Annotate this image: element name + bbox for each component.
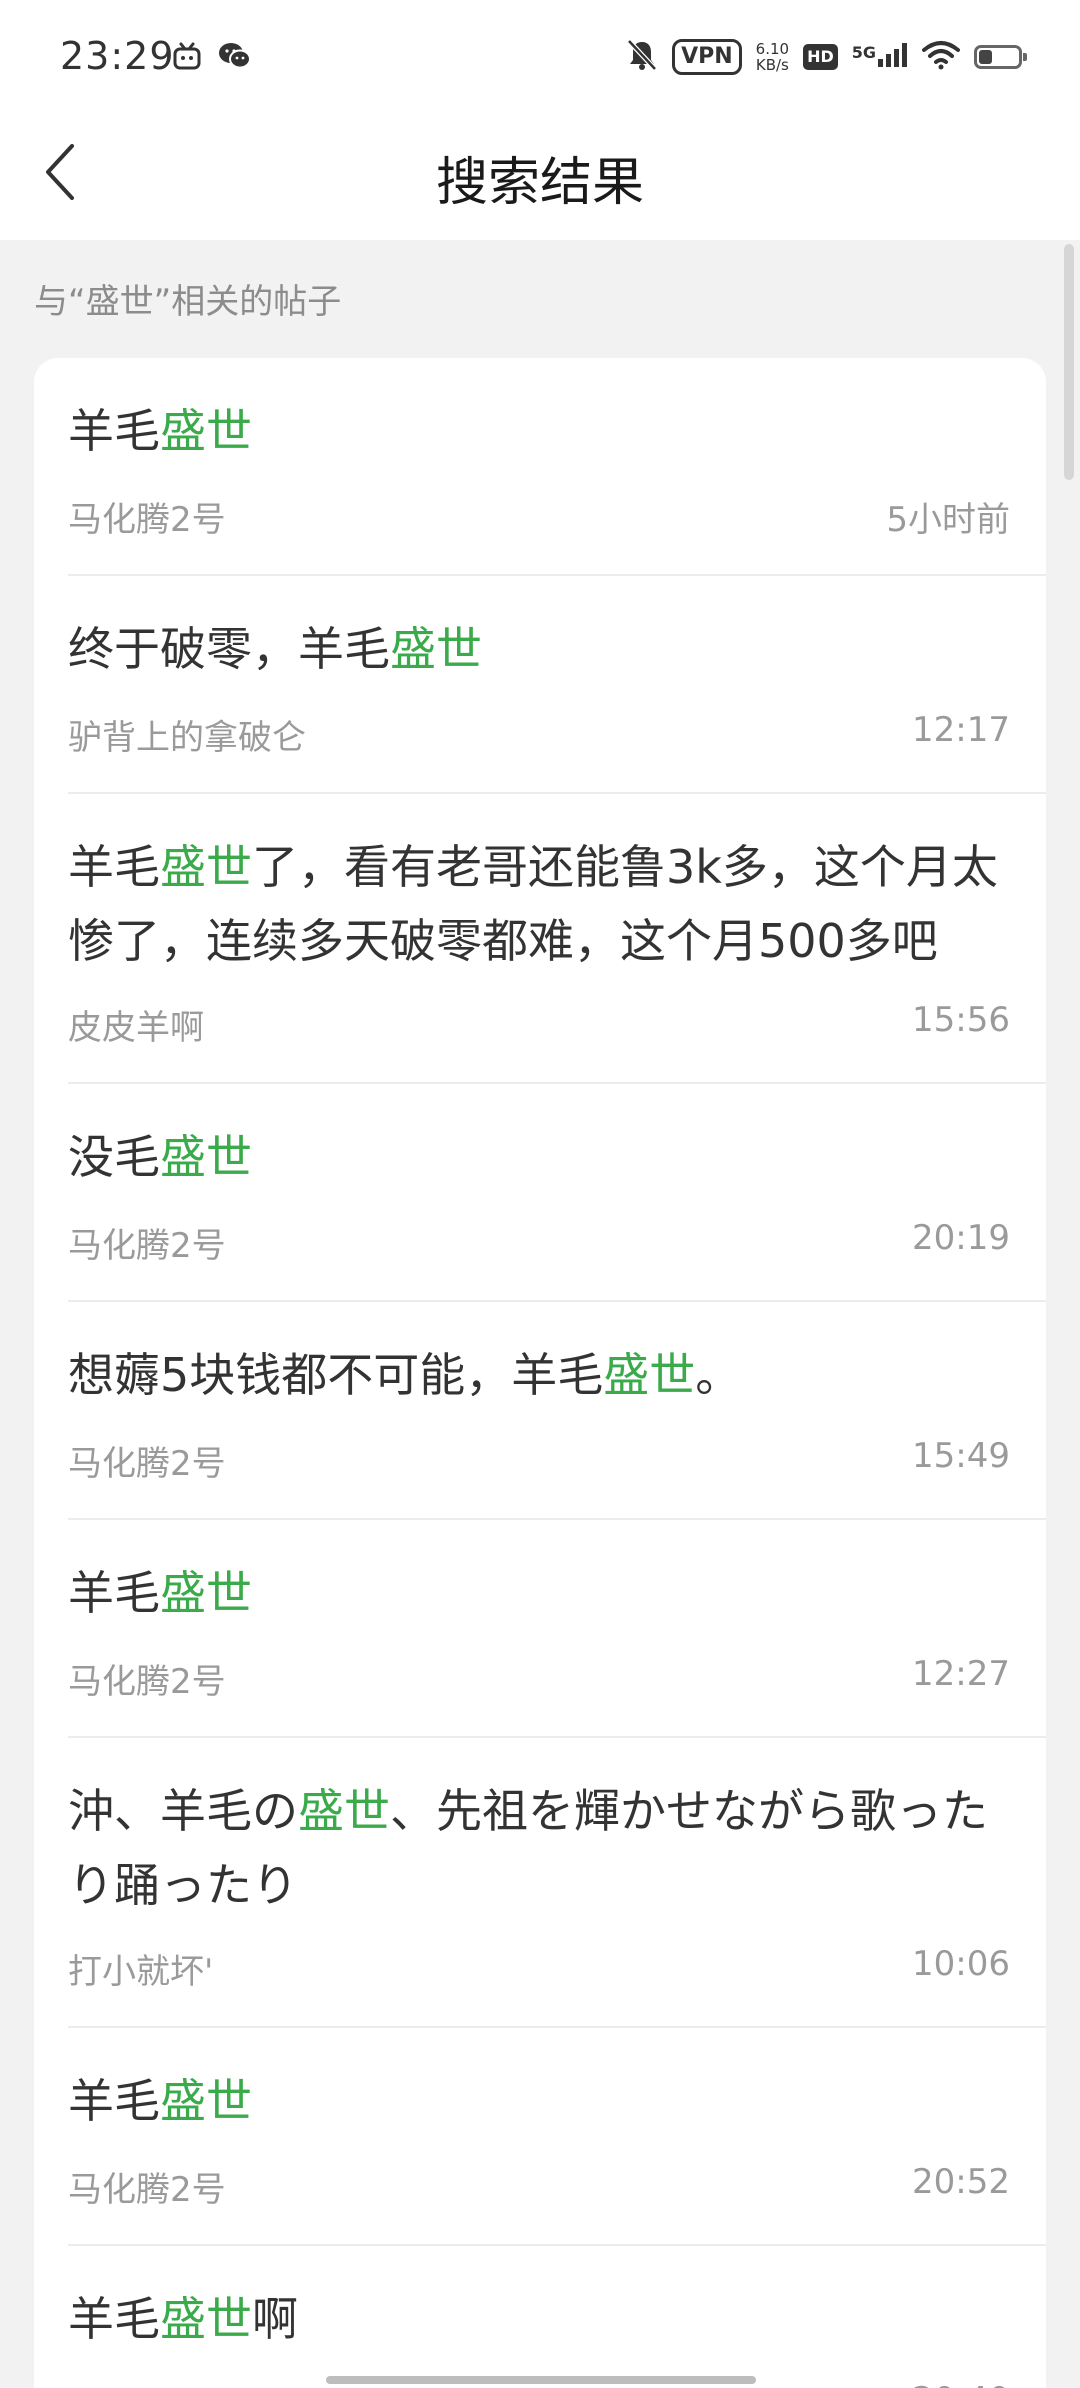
post-title-highlight: 盛世 xyxy=(160,1566,252,1620)
post-title-highlight: 盛世 xyxy=(298,1784,390,1838)
post-time: 10:06 xyxy=(912,1944,1010,1984)
network-speed-value: 6.10 xyxy=(755,40,790,58)
post-item[interactable]: 羊毛盛世啊 马化腾2号 20:40 xyxy=(68,2246,1046,2388)
post-item[interactable]: 想薅5块钱都不可能，羊毛盛世。 马化腾2号 15:49 xyxy=(68,1302,1046,1520)
post-title-prefix: 没毛 xyxy=(68,1130,160,1184)
post-title-highlight: 盛世 xyxy=(160,2074,252,2128)
post-author[interactable]: 打小就坏' xyxy=(68,1944,213,1993)
post-time: 20:40 xyxy=(912,2380,1010,2388)
post-author[interactable]: 马化腾2号 xyxy=(68,2162,226,2211)
post-title-highlight: 盛世 xyxy=(160,2292,252,2346)
post-author[interactable]: 驴背上的拿破仑 xyxy=(68,710,306,759)
page-title: 搜索结果 xyxy=(435,153,644,213)
post-time: 20:19 xyxy=(912,1218,1010,1258)
post-title-prefix: 羊毛 xyxy=(68,840,160,894)
post-title-prefix: 沖、羊毛の xyxy=(68,1784,298,1838)
post-title-prefix: 终于破零，羊毛 xyxy=(68,622,390,676)
post-title: 没毛盛世 xyxy=(68,1120,1008,1194)
bilibili-tv-icon xyxy=(172,42,202,74)
post-time: 15:49 xyxy=(912,1436,1010,1476)
post-title-prefix: 羊毛 xyxy=(68,2074,160,2128)
post-title-highlight: 盛世 xyxy=(160,1130,252,1184)
post-title-prefix: 想薅5块钱都不可能，羊毛 xyxy=(68,1348,604,1402)
battery-fill xyxy=(979,50,992,64)
post-item[interactable]: 羊毛盛世 马化腾2号 12:27 xyxy=(68,1520,1046,1738)
battery-icon xyxy=(974,45,1027,69)
post-title-prefix: 羊毛 xyxy=(68,1566,160,1620)
nav-bar: 搜索结果 xyxy=(0,110,1080,240)
screen: 23:29 VPN 6.10 KB/s HD 5G 搜索结果 与“盛世”相关的帖… xyxy=(0,0,1080,2388)
post-author[interactable]: 马化腾2号 xyxy=(68,1436,226,1485)
cellular-signal: 5G xyxy=(852,43,908,71)
post-title: 羊毛盛世 xyxy=(68,394,1008,468)
post-time: 5小时前 xyxy=(886,500,1010,540)
post-title: 沖、羊毛の盛世、先祖を輝かせながら歌ったり踊ったり xyxy=(68,1774,1008,1922)
post-title-prefix: 羊毛 xyxy=(68,404,160,458)
post-title-suffix: 啊 xyxy=(252,2292,298,2346)
post-title-highlight: 盛世 xyxy=(390,622,482,676)
status-right-icons: VPN 6.10 KB/s HD 5G xyxy=(626,38,1027,76)
post-item[interactable]: 终于破零，羊毛盛世 驴背上的拿破仑 12:17 xyxy=(68,576,1046,794)
post-title-suffix: 。 xyxy=(695,1348,742,1402)
status-time: 23:29 xyxy=(60,34,175,78)
signal-bars-icon xyxy=(878,43,908,71)
hd-badge: HD xyxy=(803,44,838,70)
status-bar: 23:29 VPN 6.10 KB/s HD 5G xyxy=(0,0,1080,110)
network-speed: 6.10 KB/s xyxy=(756,41,789,73)
post-title-prefix: 羊毛 xyxy=(68,2292,160,2346)
post-title: 终于破零，羊毛盛世 xyxy=(68,612,1008,686)
post-item[interactable]: 羊毛盛世 马化腾2号 5小时前 xyxy=(68,358,1046,576)
network-speed-unit: KB/s xyxy=(755,56,789,74)
post-item[interactable]: 羊毛盛世了，看有老哥还能鲁3k多，这个月太惨了，连续多天破零都难，这个月500多… xyxy=(68,794,1046,1084)
post-item[interactable]: 没毛盛世 马化腾2号 20:19 xyxy=(68,1084,1046,1302)
section-header: 与“盛世”相关的帖子 xyxy=(34,282,342,322)
post-author[interactable]: 皮皮羊啊 xyxy=(68,1000,204,1049)
post-item[interactable]: 沖、羊毛の盛世、先祖を輝かせながら歌ったり踊ったり 打小就坏' 10:06 xyxy=(68,1738,1046,2028)
post-item[interactable]: 羊毛盛世 马化腾2号 20:52 xyxy=(68,2028,1046,2246)
post-title-highlight: 盛世 xyxy=(160,404,252,458)
wifi-icon xyxy=(922,40,960,74)
post-title-highlight: 盛世 xyxy=(160,840,252,894)
post-author[interactable]: 马化腾2号 xyxy=(68,1218,226,1267)
post-title: 羊毛盛世了，看有老哥还能鲁3k多，这个月太惨了，连续多天破零都难，这个月500多… xyxy=(68,830,1008,978)
status-notification-icons xyxy=(172,42,252,74)
post-title: 羊毛盛世 xyxy=(68,1556,1008,1630)
post-time: 15:56 xyxy=(912,1000,1010,1040)
post-title: 羊毛盛世 xyxy=(68,2064,1008,2138)
home-indicator[interactable] xyxy=(326,2376,756,2384)
results-card: 羊毛盛世 马化腾2号 5小时前 终于破零，羊毛盛世 驴背上的拿破仑 12:17 … xyxy=(34,358,1046,2388)
post-time: 20:52 xyxy=(912,2162,1010,2202)
post-author[interactable]: 马化腾2号 xyxy=(68,2380,226,2388)
wechat-icon xyxy=(218,42,252,74)
network-type-label: 5G xyxy=(851,43,876,62)
bell-muted-icon xyxy=(626,38,658,76)
post-time: 12:27 xyxy=(912,1654,1010,1694)
post-title: 羊毛盛世啊 xyxy=(68,2282,1008,2356)
post-author[interactable]: 马化腾2号 xyxy=(68,492,226,541)
scrollbar-thumb[interactable] xyxy=(1064,244,1074,480)
vpn-badge: VPN xyxy=(672,39,742,75)
post-time: 12:17 xyxy=(912,710,1010,750)
post-author[interactable]: 马化腾2号 xyxy=(68,1654,226,1703)
post-title: 想薅5块钱都不可能，羊毛盛世。 xyxy=(68,1338,1008,1412)
post-title-highlight: 盛世 xyxy=(603,1348,696,1402)
